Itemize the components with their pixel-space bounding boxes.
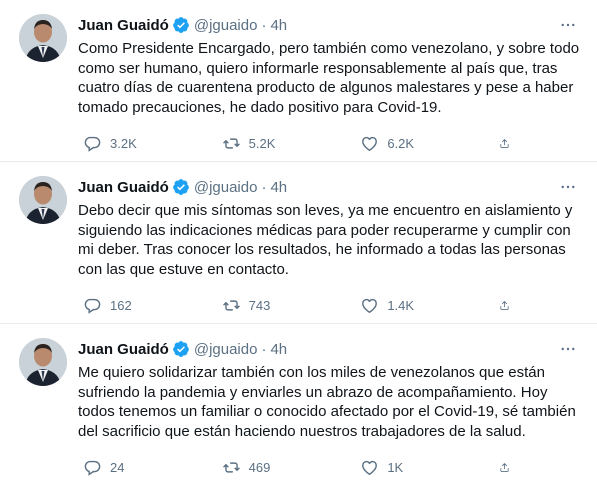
retweet-button[interactable]: 743 [217,294,327,316]
reply-button[interactable]: 162 [78,294,188,316]
retweet-icon [222,137,240,149]
like-icon [362,136,378,151]
reply-button[interactable]: 24 [78,456,188,478]
share-button[interactable] [494,132,518,154]
display-name[interactable]: Juan Guaidó [78,341,169,358]
timestamp[interactable]: 4h [270,341,287,358]
like-count: 1K [387,459,404,475]
retweet-icon [222,299,240,311]
retweet-count: 469 [248,459,271,475]
display-name[interactable]: Juan Guaidó [78,179,169,196]
like-icon [362,460,378,475]
like-count: 1.4K [387,297,415,313]
retweet-count: 5.2K [248,135,276,151]
more-options-icon[interactable] [557,14,579,36]
share-icon [500,300,509,310]
like-button[interactable]: 1.4K [355,294,465,316]
separator-dot: · [261,178,267,196]
handle[interactable]: @jguaido [194,341,258,358]
verified-badge-icon [172,340,190,358]
avatar[interactable] [19,176,67,224]
avatar[interactable] [19,14,67,62]
verified-badge-icon [172,16,190,34]
reply-icon [84,298,101,314]
tweet-text: Me quiero solidarizar también con los mi… [78,364,576,440]
separator-dot: · [261,16,267,34]
separator-dot: · [261,340,267,358]
verified-badge-icon [172,178,190,196]
reply-button[interactable]: 3.2K [78,132,188,154]
display-name[interactable]: Juan Guaidó [78,17,169,34]
timestamp[interactable]: 4h [270,179,287,196]
retweet-icon [222,461,240,473]
retweet-count: 743 [248,297,271,313]
reply-icon [84,460,101,476]
tweet-thread: Juan Guaidó @jguaido · 4h Como President… [0,0,597,486]
tweet-actions: 24 469 1K [78,456,518,478]
retweet-button[interactable]: 5.2K [217,132,327,154]
share-icon [500,462,509,472]
handle[interactable]: @jguaido [194,179,258,196]
timestamp[interactable]: 4h [270,17,287,34]
tweet-header: Juan Guaidó @jguaido · 4h [78,338,579,360]
retweet-button[interactable]: 469 [217,456,327,478]
avatar[interactable] [19,338,67,386]
reply-count: 3.2K [110,135,137,151]
tweet-actions: 162 743 1.4K [78,294,518,316]
tweet[interactable]: Juan Guaidó @jguaido · 4h Me quiero soli… [0,324,597,486]
reply-count: 24 [110,459,125,475]
reply-count: 162 [110,297,132,313]
tweet[interactable]: Juan Guaidó @jguaido · 4h Como President… [0,0,597,162]
handle[interactable]: @jguaido [194,17,258,34]
reply-icon [84,136,101,152]
like-button[interactable]: 6.2K [355,132,465,154]
more-options-icon[interactable] [557,176,579,198]
share-icon [500,138,509,148]
share-button[interactable] [494,456,518,478]
tweet-actions: 3.2K 5.2K 6.2K [78,132,518,154]
tweet-header: Juan Guaidó @jguaido · 4h [78,14,579,36]
tweet-text: Como Presidente Encargado, pero también … [78,40,580,116]
like-count: 6.2K [387,135,415,151]
tweet-header: Juan Guaidó @jguaido · 4h [78,176,579,198]
more-options-icon[interactable] [557,338,579,360]
tweet-text: Debo decir que mis síntomas son leves, y… [78,202,573,278]
like-button[interactable]: 1K [355,456,465,478]
share-button[interactable] [494,294,518,316]
like-icon [362,298,378,313]
tweet[interactable]: Juan Guaidó @jguaido · 4h Debo decir que… [0,162,597,324]
